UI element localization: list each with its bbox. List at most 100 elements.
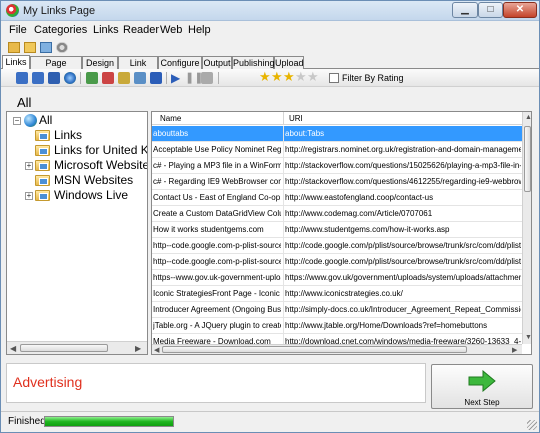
menu-categories[interactable]: Categories xyxy=(34,24,87,36)
cell-uri: http://www.jtable.org/Home/Downloads?ref… xyxy=(285,321,488,330)
edit-link-icon[interactable] xyxy=(32,72,44,84)
tree-item-label: Microsoft Websites xyxy=(54,158,148,172)
link-edit-icon[interactable] xyxy=(118,72,130,84)
folder-icon xyxy=(35,190,50,201)
scrollbar-thumb[interactable] xyxy=(20,344,108,352)
table-row[interactable]: Introducer Agreement (Ongoing Busine... h… xyxy=(152,302,522,318)
column-divider xyxy=(283,254,284,270)
rating-star-icon[interactable]: ★ xyxy=(259,70,271,84)
cell-uri: about:Tabs xyxy=(285,129,325,138)
close-button[interactable]: ✕ xyxy=(503,2,537,18)
rating-star-icon[interactable]: ★ xyxy=(283,70,295,84)
tab-upload[interactable]: Upload xyxy=(274,56,304,69)
link-remove-icon[interactable] xyxy=(102,72,114,84)
table-row[interactable]: c# - Regarding IE9 WebBrowser contr... ht… xyxy=(152,174,522,190)
cell-name: How it works studentgems.com xyxy=(153,225,264,234)
settings-icon[interactable] xyxy=(56,42,68,53)
table-row[interactable]: abouttabs about:Tabs xyxy=(152,126,522,142)
scroll-left-icon[interactable]: ◀ xyxy=(154,346,159,354)
pause-icon[interactable]: ❚❚ xyxy=(185,72,203,84)
tab-design[interactable]: Design xyxy=(82,56,118,69)
tab-page-reader[interactable]: Page Reader xyxy=(30,56,82,80)
tab-links[interactable]: Links xyxy=(2,55,30,70)
column-divider[interactable] xyxy=(283,112,284,125)
minimize-button[interactable]: ▁ xyxy=(452,2,478,18)
links-grid[interactable]: Name URI abouttabs about:Tabs Acceptable U… xyxy=(151,111,532,355)
rating-star-icon[interactable]: ★ xyxy=(295,70,307,84)
menu-reader[interactable]: Reader xyxy=(123,24,159,36)
column-divider xyxy=(283,190,284,206)
cell-name: Iconic StrategiesFront Page - Iconic St.… xyxy=(153,289,281,298)
column-divider xyxy=(283,174,284,190)
scroll-right-icon[interactable]: ▶ xyxy=(135,344,141,353)
menu-file[interactable]: File xyxy=(9,24,27,36)
menu-help[interactable]: Help xyxy=(188,24,211,36)
tab-link-style[interactable]: Link Style xyxy=(118,56,158,80)
column-divider xyxy=(283,286,284,302)
cell-name: Acceptable Use Policy Nominet Regis... xyxy=(153,145,281,154)
scrollbar-thumb[interactable] xyxy=(162,346,467,353)
resize-grip-icon[interactable] xyxy=(527,420,537,430)
stop-icon[interactable] xyxy=(150,72,162,84)
table-row[interactable]: Create a Custom DataGridView Column http:… xyxy=(152,206,522,222)
maximize-button[interactable]: □ xyxy=(478,2,503,18)
progress-bar xyxy=(44,416,174,427)
copy-icon[interactable] xyxy=(40,42,52,53)
collapse-icon[interactable]: − xyxy=(13,117,21,125)
table-row[interactable]: How it works studentgems.com http://www.s… xyxy=(152,222,522,238)
scroll-left-icon[interactable]: ◀ xyxy=(10,344,16,353)
scroll-up-icon[interactable]: ▲ xyxy=(525,114,531,121)
table-row[interactable]: jTable.org - A JQuery plugin to create .… xyxy=(152,318,522,334)
next-step-button[interactable]: Next Step xyxy=(431,364,533,409)
expand-icon[interactable]: + xyxy=(25,192,33,200)
link-add-icon[interactable] xyxy=(86,72,98,84)
grid-horizontal-scrollbar[interactable]: ◀ ▶ xyxy=(152,344,522,354)
globe-icon[interactable] xyxy=(64,72,76,84)
table-row[interactable]: https--www.gov.uk-government-upload... ht… xyxy=(152,270,522,286)
title-bar[interactable]: My Links Page ▁ □ ✕ xyxy=(1,1,539,21)
column-divider xyxy=(283,222,284,238)
folder-icon xyxy=(35,160,50,171)
tree-item-label: MSN Websites xyxy=(54,173,134,187)
menu-web[interactable]: Web xyxy=(160,24,182,36)
stop-square-icon[interactable] xyxy=(201,72,213,84)
menu-links[interactable]: Links xyxy=(93,24,119,36)
tab-publishing[interactable]: Publishing xyxy=(232,56,275,69)
category-heading: All xyxy=(17,95,32,110)
table-row[interactable]: http--code.google.com-p-plist-source-br.… xyxy=(152,238,522,254)
grid-vertical-scrollbar[interactable]: ▲ ▼ xyxy=(522,112,531,344)
cell-name: https--www.gov.uk-government-upload... xyxy=(153,273,281,282)
table-row[interactable]: Contact Us - East of England Co-op http:/… xyxy=(152,190,522,206)
rating-star-icon[interactable]: ★ xyxy=(271,70,283,84)
toolbar-separator xyxy=(80,72,81,84)
scrollbar-thumb[interactable] xyxy=(524,126,531,192)
window-title: My Links Page xyxy=(23,5,96,17)
cell-uri: http://www.eastofengland.coop/contact-us xyxy=(285,193,434,202)
table-row[interactable]: http--code.google.com-p-plist-source-br.… xyxy=(152,254,522,270)
scroll-right-icon[interactable]: ▶ xyxy=(512,346,517,354)
new-folder-icon[interactable] xyxy=(24,42,36,53)
add-link-icon[interactable] xyxy=(16,72,28,84)
column-header-uri[interactable]: URI xyxy=(289,114,303,123)
delete-link-icon[interactable] xyxy=(48,72,60,84)
links-toolbar: ▶ ❚❚ ★ ★ ★ ★ ★ Filter By Rating xyxy=(1,69,539,87)
tab-configure[interactable]: Configure xyxy=(158,56,202,69)
scroll-down-icon[interactable]: ▼ xyxy=(525,334,531,341)
tree-item-label: Windows Live xyxy=(54,188,129,202)
category-tree[interactable]: − All Links Links for United Kin + Micro… xyxy=(6,111,148,355)
open-folder-icon[interactable] xyxy=(8,42,20,53)
table-row[interactable]: c# - Playing a MP3 file in a WinForm a..… xyxy=(152,158,522,174)
main-window: My Links Page ▁ □ ✕ File Categories Link… xyxy=(0,0,540,433)
tab-output[interactable]: Output xyxy=(202,56,232,69)
tree-item-label: All xyxy=(39,113,53,127)
column-header-name[interactable]: Name xyxy=(160,114,181,123)
expand-icon[interactable]: + xyxy=(25,162,33,170)
rating-star-icon[interactable]: ★ xyxy=(307,70,319,84)
tree-horizontal-scrollbar[interactable]: ◀ ▶ xyxy=(7,341,147,354)
filter-by-rating-checkbox[interactable] xyxy=(329,73,339,83)
cell-uri: http://code.google.com/p/plist/source/br… xyxy=(285,257,521,266)
table-row[interactable]: Acceptable Use Policy Nominet Regis... ht… xyxy=(152,142,522,158)
search-icon[interactable] xyxy=(134,72,146,84)
table-row[interactable]: Iconic StrategiesFront Page - Iconic St.… xyxy=(152,286,522,302)
play-icon[interactable]: ▶ xyxy=(171,72,183,84)
